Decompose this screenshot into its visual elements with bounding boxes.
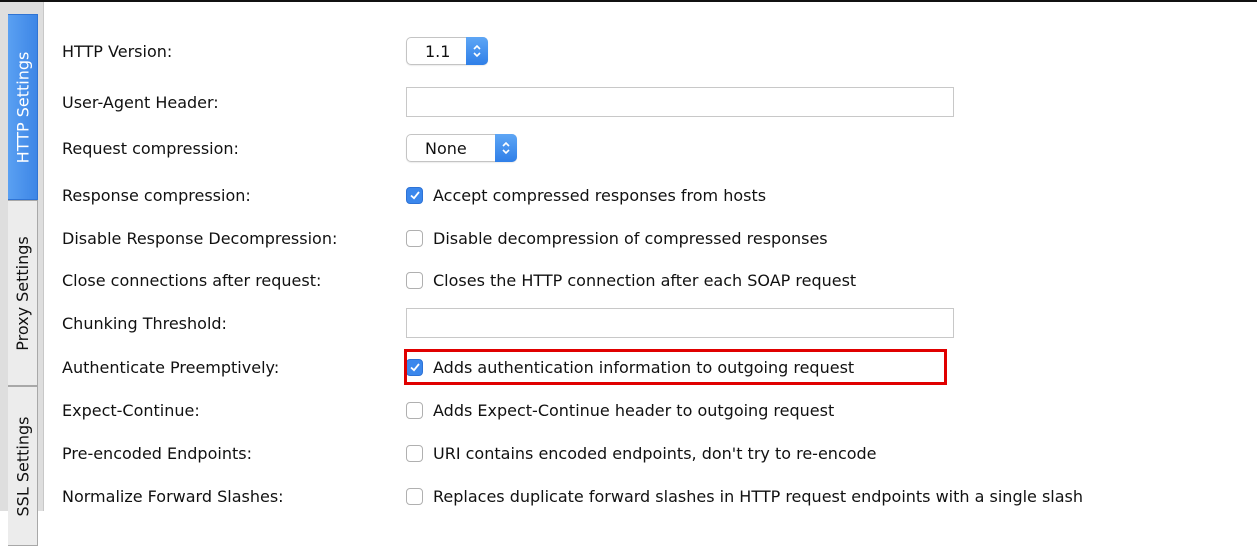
chunking-threshold-input[interactable] xyxy=(406,308,954,338)
checkmark-icon xyxy=(409,191,420,200)
setting-row-disable-decompression: Disable Response Decompression: Disable … xyxy=(62,218,828,258)
checkbox-text: Replaces duplicate forward slashes in HT… xyxy=(433,486,1084,506)
setting-row-response-compression: Response compression: Accept compressed … xyxy=(62,175,766,215)
setting-label: Authenticate Preemptively: xyxy=(62,357,280,377)
tab-ssl-settings[interactable]: SSL Settings xyxy=(8,386,38,546)
setting-label: Normalize Forward Slashes: xyxy=(62,486,284,506)
highlight-annotation-box xyxy=(404,349,947,385)
checkbox-text: Accept compressed responses from hosts xyxy=(433,185,767,205)
expect-continue-checkbox[interactable] xyxy=(406,401,423,419)
setting-label: Pre-encoded Endpoints: xyxy=(62,443,252,463)
normalize-slashes-checkbox[interactable] xyxy=(406,487,423,505)
setting-label: User-Agent Header: xyxy=(62,92,219,112)
http-version-select[interactable]: 1.1 xyxy=(406,37,489,65)
setting-label: HTTP Version: xyxy=(62,41,173,61)
select-arrows-icon xyxy=(494,134,517,162)
http-version-value: 1.1 xyxy=(425,41,451,61)
http-settings-panel: HTTP Version: 1.1 User-Agent Header: Req… xyxy=(43,2,1257,511)
settings-tab-strip: HTTP Settings Proxy Settings SSL Setting… xyxy=(0,2,44,546)
setting-row-request-compression: Request compression: None xyxy=(62,128,517,168)
setting-label: Response compression: xyxy=(62,185,251,205)
checkbox-text: Disable decompression of compressed resp… xyxy=(433,228,828,248)
setting-row-close-connections: Close connections after request: Closes … xyxy=(62,260,856,300)
setting-row-user-agent: User-Agent Header: xyxy=(62,82,954,122)
setting-label: Disable Response Decompression: xyxy=(62,228,338,248)
close-connections-checkbox[interactable] xyxy=(406,271,423,289)
pre-encoded-endpoints-checkbox[interactable] xyxy=(406,444,423,462)
response-compression-checkbox[interactable] xyxy=(406,186,423,204)
tab-http-settings[interactable]: HTTP Settings xyxy=(8,14,38,200)
request-compression-select[interactable]: None xyxy=(406,134,517,162)
setting-row-expect-continue: Expect-Continue: Adds Expect-Continue he… xyxy=(62,390,834,430)
setting-label: Close connections after request: xyxy=(62,270,322,290)
checkbox-text: URI contains encoded endpoints, don't tr… xyxy=(433,443,877,463)
checkbox-text: Closes the HTTP connection after each SO… xyxy=(433,270,857,290)
setting-label: Request compression: xyxy=(62,138,239,158)
disable-decompression-checkbox[interactable] xyxy=(406,229,423,247)
user-agent-input[interactable] xyxy=(406,87,954,117)
select-arrows-icon xyxy=(466,37,489,65)
setting-row-pre-encoded-endpoints: Pre-encoded Endpoints: URI contains enco… xyxy=(62,433,877,473)
request-compression-value: None xyxy=(425,138,467,158)
setting-row-http-version: HTTP Version: 1.1 xyxy=(62,31,489,71)
setting-row-chunking-threshold: Chunking Threshold: xyxy=(62,303,954,343)
tab-http-settings-label: HTTP Settings xyxy=(13,51,32,163)
setting-label: Chunking Threshold: xyxy=(62,313,227,333)
setting-row-normalize-slashes: Normalize Forward Slashes: Replaces dupl… xyxy=(62,476,1083,516)
setting-label: Expect-Continue: xyxy=(62,400,200,420)
tab-proxy-settings-label: Proxy Settings xyxy=(13,235,33,351)
tab-proxy-settings[interactable]: Proxy Settings xyxy=(8,200,38,386)
checkbox-text: Adds Expect-Continue header to outgoing … xyxy=(433,400,835,420)
tab-ssl-settings-label: SSL Settings xyxy=(13,416,32,516)
